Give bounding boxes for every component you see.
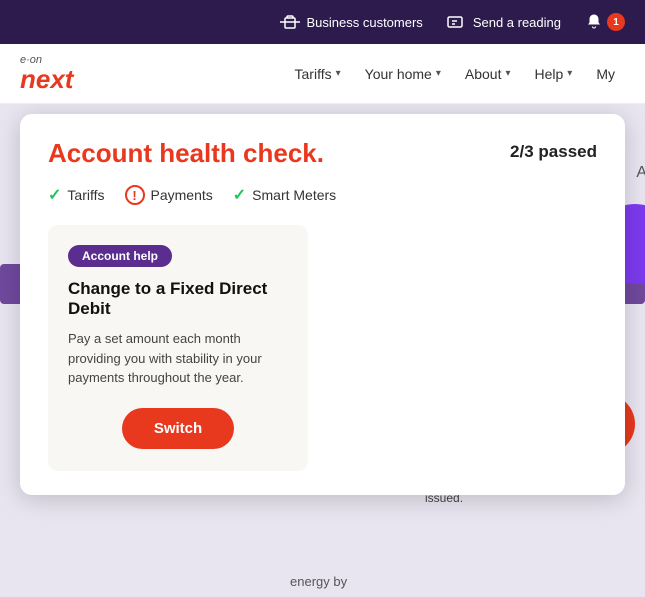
check-tariffs: ✓ Tariffs — [48, 185, 105, 205]
nav-help-label: Help — [535, 66, 564, 82]
modal-title: Account health check. — [48, 138, 324, 169]
modal-passed-count: 2/3 passed — [510, 138, 597, 162]
check-tariffs-label: Tariffs — [67, 187, 104, 203]
nav-items: Tariffs ▾ Your home ▾ About ▾ Help ▾ My — [285, 58, 625, 90]
bell-icon — [585, 13, 603, 31]
modal-header: Account health check. 2/3 passed — [48, 138, 597, 169]
nav-my-label: My — [596, 66, 615, 82]
send-reading-link[interactable]: Send a reading — [447, 14, 561, 30]
check-payments-label: Payments — [151, 187, 213, 203]
modal-checks-row: ✓ Tariffs ! Payments ✓ Smart Meters — [48, 185, 597, 205]
chevron-down-icon: ▾ — [336, 68, 341, 79]
navbar: e·on next Tariffs ▾ Your home ▾ About ▾ … — [0, 44, 645, 104]
nav-your-home[interactable]: Your home ▾ — [355, 58, 451, 90]
nav-tariffs[interactable]: Tariffs ▾ — [285, 58, 351, 90]
logo[interactable]: e·on next — [20, 55, 73, 92]
business-customers-link[interactable]: Business customers — [280, 14, 422, 30]
notification-bell[interactable]: 1 — [585, 13, 625, 31]
send-reading-label: Send a reading — [473, 15, 561, 30]
modal-overlay: Account health check. 2/3 passed ✓ Tarif… — [0, 104, 645, 597]
inner-card-description: Pay a set amount each month providing yo… — [68, 329, 288, 388]
chevron-down-icon: ▾ — [505, 68, 510, 79]
chevron-down-icon: ▾ — [436, 68, 441, 79]
nav-help[interactable]: Help ▾ — [525, 58, 583, 90]
check-warn-icon: ! — [125, 185, 145, 205]
nav-my[interactable]: My — [586, 58, 625, 90]
inner-recommendation-card: Account help Change to a Fixed Direct De… — [48, 225, 308, 471]
business-customers-label: Business customers — [306, 15, 422, 30]
meter-icon — [447, 14, 467, 30]
utility-bar: Business customers Send a reading 1 — [0, 0, 645, 44]
notification-badge: 1 — [607, 13, 625, 31]
briefcase-icon — [280, 14, 300, 30]
check-payments: ! Payments — [125, 185, 213, 205]
page-background: We... 192 G... Ac t paympaymentsment iss… — [0, 104, 645, 597]
nav-about[interactable]: About ▾ — [455, 58, 521, 90]
chevron-down-icon: ▾ — [567, 68, 572, 79]
check-ok-icon: ✓ — [48, 185, 61, 205]
nav-about-label: About — [465, 66, 502, 82]
switch-button[interactable]: Switch — [122, 408, 234, 449]
inner-card-title: Change to a Fixed Direct Debit — [68, 279, 288, 319]
account-health-modal: Account health check. 2/3 passed ✓ Tarif… — [20, 114, 625, 495]
logo-next-text: next — [20, 66, 73, 92]
account-help-badge: Account help — [68, 245, 172, 267]
check-smart-meters-label: Smart Meters — [252, 187, 336, 203]
nav-your-home-label: Your home — [365, 66, 432, 82]
nav-tariffs-label: Tariffs — [295, 66, 332, 82]
check-smart-meters: ✓ Smart Meters — [233, 185, 336, 205]
check-ok-icon: ✓ — [233, 185, 246, 205]
